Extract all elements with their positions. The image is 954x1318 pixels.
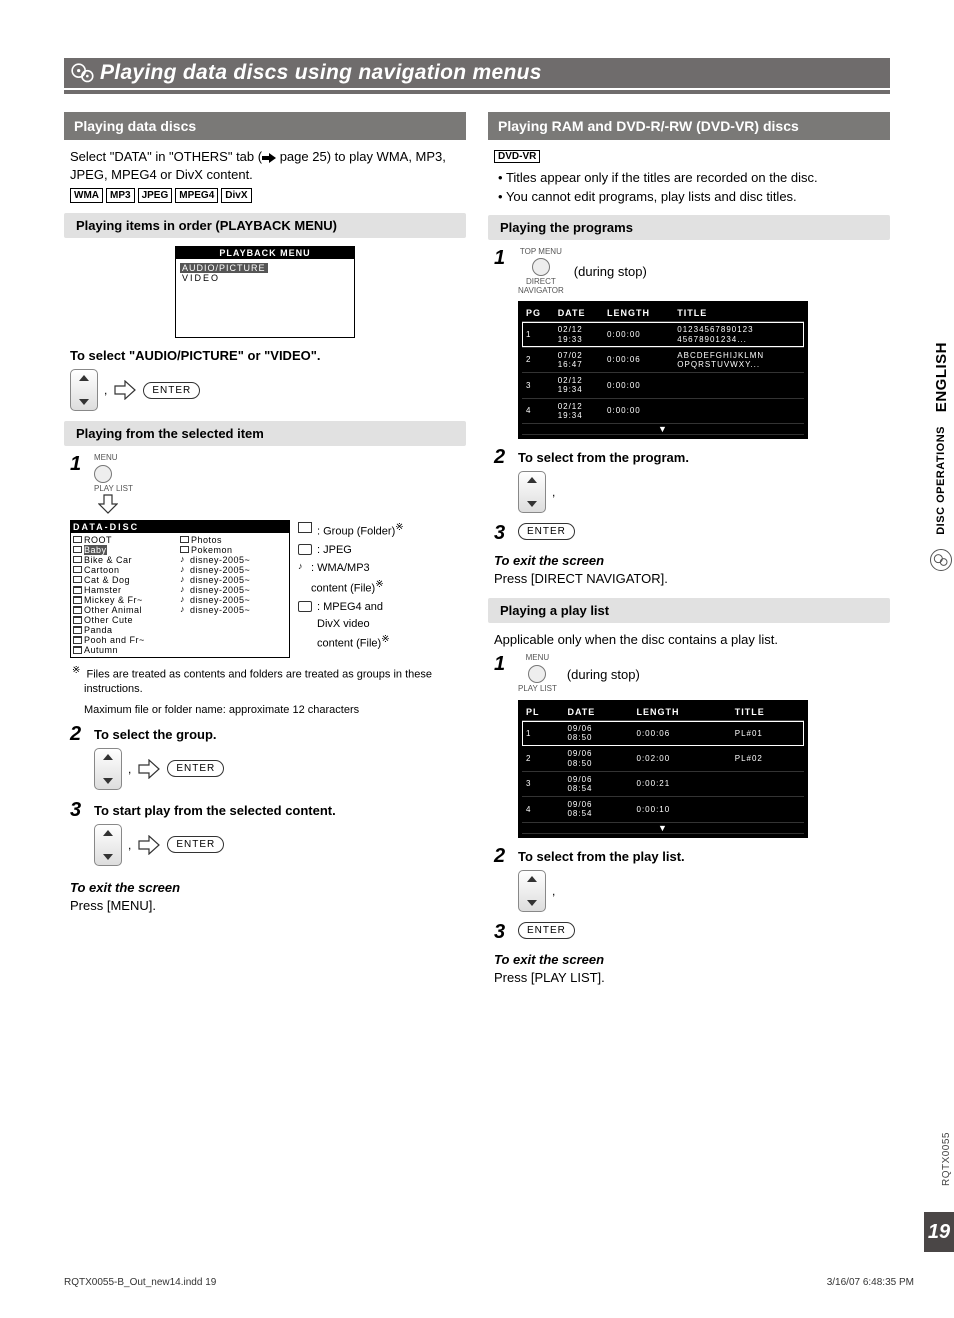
side-tabs: ENGLISH DISC OPERATIONS: [930, 342, 952, 571]
accent-bar: [64, 90, 890, 94]
video-file-icon: [298, 601, 312, 612]
format-jpeg: JPEG: [138, 188, 173, 203]
program-table: PGDATELENGTHTITLE 102/1219:330:00:000123…: [518, 301, 808, 439]
up-down-button[interactable]: [94, 824, 122, 866]
arrow-right-outline-icon: [113, 378, 137, 402]
left-header: Playing data discs: [64, 112, 466, 140]
tree-title: DATA-DISC: [71, 521, 289, 533]
footer-timestamp: 3/16/07 6:48:35 PM: [827, 1277, 914, 1288]
nav-buttons-row: , ENTER: [70, 369, 460, 411]
disc-icon: [930, 549, 952, 571]
enter-button[interactable]: ENTER: [167, 836, 224, 853]
format-mp3: MP3: [106, 188, 135, 203]
menu-playlist-button[interactable]: MENU PLAY LIST: [518, 654, 557, 694]
format-mpeg4: MPEG4: [175, 188, 218, 203]
format-badges: WMA MP3 JPEG MPEG4 DivX: [70, 188, 460, 203]
exit-heading: To exit the screen: [70, 880, 460, 895]
table-row: 207/0216:470:00:06ABCDEFGHIJKLMNOPQRSTUV…: [522, 347, 804, 372]
exit-heading: To exit the screen: [494, 553, 884, 568]
menu-playlist-button[interactable]: MENU PLAY LIST: [94, 454, 138, 494]
table-row: 309/0608:540:00:21: [522, 771, 804, 796]
footer-file: RQTX0055-B_Out_new14.indd 19: [64, 1277, 216, 1288]
exit-heading: To exit the screen: [494, 952, 884, 967]
arrow-right-outline-icon: [137, 757, 161, 781]
step2-text: To select the group.: [94, 727, 460, 742]
topmenu-button[interactable]: TOP MENU DIRECT NAVIGATOR: [518, 248, 564, 295]
disc-operations-tab: DISC OPERATIONS: [935, 426, 947, 535]
music-note-icon: [298, 562, 306, 570]
playback-menu-box: PLAYBACK MENU AUDIO/PICTURE VIDEO: [175, 246, 355, 338]
language-tab: ENGLISH: [933, 342, 950, 412]
table-row: 402/1219:340:00:00: [522, 398, 804, 423]
select-program-text: To select from the program.: [518, 450, 884, 465]
r-step-1: 1: [494, 248, 510, 268]
pl-step-1: 1: [494, 654, 510, 674]
step-3: 3: [70, 800, 86, 820]
select-av-instruction: To select "AUDIO/PICTURE" or "VIDEO".: [70, 348, 460, 363]
during-stop: (during stop): [574, 264, 647, 279]
page-title: Playing data discs using navigation menu…: [100, 61, 542, 85]
section-programs: Playing the programs: [488, 215, 890, 240]
section-selected-item: Playing from the selected item: [64, 421, 466, 446]
footnote-2: Maximum file or folder name: approximate…: [70, 703, 460, 718]
r-step-2: 2: [494, 447, 510, 467]
playlist-table: PLDATELENGTHTITLE 109/0608:500:00:06PL#0…: [518, 700, 808, 838]
arrow-down-outline-icon: [98, 494, 118, 514]
left-column: Playing data discs Select "DATA" in "OTH…: [64, 112, 466, 988]
select-playlist-text: To select from the play list.: [518, 849, 884, 864]
page: Playing data discs using navigation menu…: [64, 58, 890, 1238]
footnote-1: ※ Files are treated as contents and fold…: [70, 664, 460, 697]
step-1: 1: [70, 454, 86, 474]
exit-body: Press [PLAY LIST].: [494, 969, 884, 987]
enter-button[interactable]: ENTER: [143, 382, 200, 399]
format-wma: WMA: [70, 188, 103, 203]
format-divx: DivX: [221, 188, 251, 203]
up-down-button[interactable]: [518, 870, 546, 912]
r-step-3: 3: [494, 523, 510, 543]
up-down-button[interactable]: [70, 369, 98, 411]
jpeg-icon: [298, 544, 312, 555]
data-disc-tree: DATA-DISC ROOT Baby Bike & Car Cartoon C…: [70, 520, 290, 658]
section-playback-menu: Playing items in order (PLAYBACK MENU): [64, 213, 466, 238]
page-number: 19: [924, 1212, 954, 1252]
playback-opt-audio-picture: AUDIO/PICTURE: [180, 263, 268, 273]
arrow-right-outline-icon: [137, 833, 161, 857]
pl-step-2: 2: [494, 846, 510, 866]
document-id: RQTX0055: [941, 1132, 952, 1186]
exit-body: Press [MENU].: [70, 897, 460, 915]
discs-icon: [70, 62, 96, 84]
up-down-button[interactable]: [518, 471, 546, 513]
playlist-note: Applicable only when the disc contains a…: [494, 631, 884, 649]
table-row: 102/1219:330:00:000123456789012345678901…: [522, 322, 804, 347]
table-row: 302/1219:340:00:00: [522, 373, 804, 398]
playback-menu-title: PLAYBACK MENU: [176, 247, 354, 259]
enter-button[interactable]: ENTER: [518, 922, 575, 939]
legend: : Group (Folder)※ : JPEG : WMA/MP3conten…: [298, 520, 404, 654]
step3-text: To start play from the selected content.: [94, 803, 460, 818]
enter-button[interactable]: ENTER: [167, 760, 224, 777]
dvd-vr-badge: DVD-VR: [494, 150, 540, 163]
section-playlist: Playing a play list: [488, 598, 890, 623]
enter-button[interactable]: ENTER: [518, 523, 575, 540]
playback-opt-video: VIDEO: [180, 273, 350, 283]
intro-text: Select "DATA" in "OTHERS" tab ( page 25)…: [70, 148, 460, 183]
right-column: Playing RAM and DVD-R/-RW (DVD-VR) discs…: [488, 112, 890, 988]
footer: RQTX0055-B_Out_new14.indd 19 3/16/07 6:4…: [64, 1277, 914, 1288]
table-row: 409/0608:540:00:10: [522, 797, 804, 822]
arrow-right-icon: [262, 148, 276, 166]
title-bar: Playing data discs using navigation menu…: [64, 58, 890, 88]
step-2: 2: [70, 724, 86, 744]
right-header: Playing RAM and DVD-R/-RW (DVD-VR) discs: [488, 112, 890, 140]
table-row: 209/0608:500:02:00PL#02: [522, 746, 804, 771]
during-stop: (during stop): [567, 667, 640, 682]
table-row: 109/0608:500:00:06PL#01: [522, 721, 804, 746]
pl-step-3: 3: [494, 922, 510, 942]
dvdvr-notes: Titles appear only if the titles are rec…: [494, 169, 884, 205]
folder-icon: [298, 522, 312, 533]
up-down-button[interactable]: [94, 748, 122, 790]
exit-body: Press [DIRECT NAVIGATOR].: [494, 570, 884, 588]
